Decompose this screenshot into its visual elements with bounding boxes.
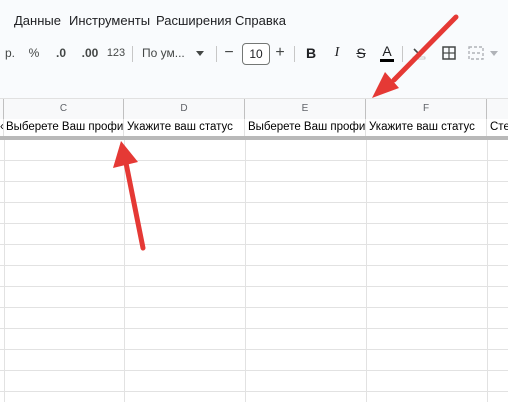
annotation-arrows bbox=[113, 14, 459, 251]
arrow-to-column-d-icon bbox=[113, 141, 146, 251]
arrow-to-column-f-icon bbox=[372, 14, 459, 98]
